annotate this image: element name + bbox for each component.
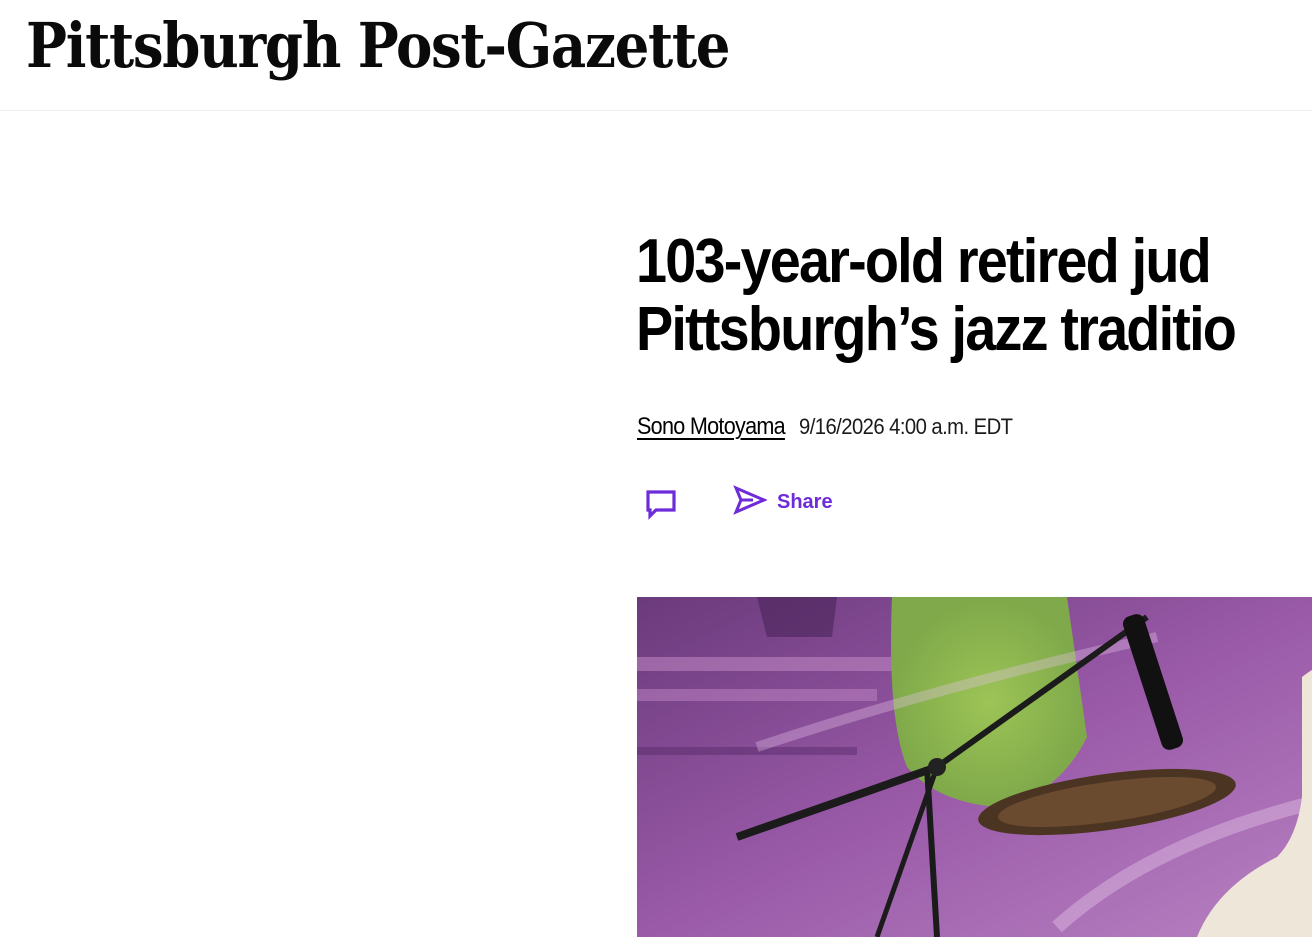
headline-line-1: 103-year-old retired jud	[636, 227, 1212, 296]
lead-photo-illustration	[637, 597, 1312, 937]
page: Pittsburgh Post-Gazette 103-year-old ret…	[0, 0, 1312, 937]
headline-line-2: Pittsburgh’s jazz traditio	[636, 295, 1237, 364]
comment-icon	[644, 488, 678, 525]
publish-timestamp: 9/16/2026 4:00 a.m. EDT	[799, 414, 1013, 439]
author-link[interactable]: Sono Motoyama	[637, 413, 786, 441]
lead-photo[interactable]	[637, 597, 1312, 937]
site-header: Pittsburgh Post-Gazette	[0, 0, 1312, 111]
site-logo-link[interactable]: Pittsburgh Post-Gazette	[26, 2, 825, 90]
comments-button[interactable]	[641, 486, 681, 526]
site-logo: Pittsburgh Post-Gazette	[26, 9, 730, 82]
byline: Sono Motoyama 9/16/2026 4:00 a.m. EDT	[637, 413, 1031, 445]
article-headline: 103-year-old retired jud Pittsburgh’s ja…	[636, 228, 1312, 364]
share-label: Share	[777, 490, 833, 513]
share-button[interactable]: Share	[733, 484, 833, 520]
share-send-icon	[733, 484, 768, 520]
